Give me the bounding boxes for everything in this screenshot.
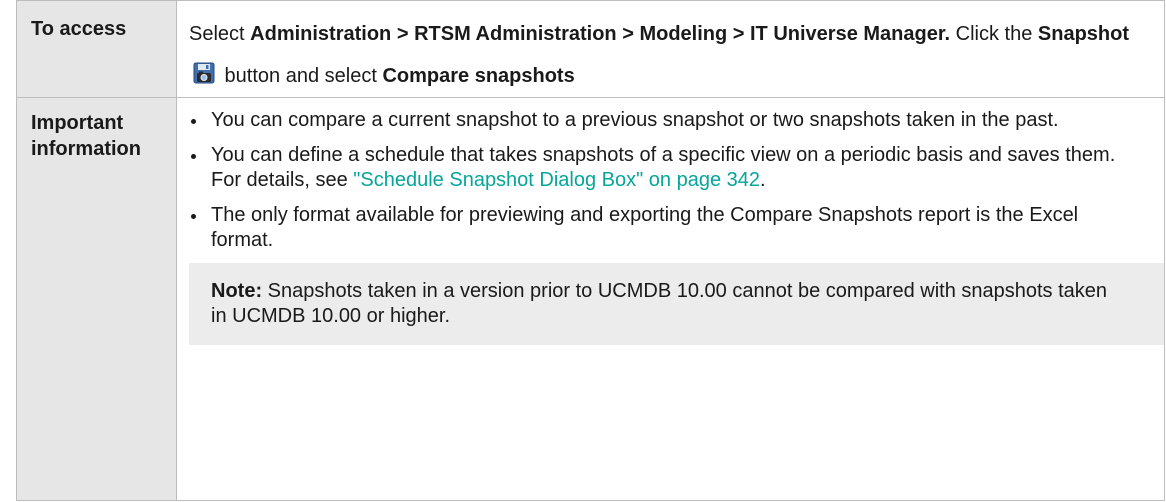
bullet-text: The only format available for previewing… bbox=[211, 204, 1079, 251]
list-item: You can define a schedule that takes sna… bbox=[189, 143, 1140, 193]
snapshot-camera-disk-icon bbox=[193, 57, 215, 84]
note-label: Note: bbox=[211, 280, 263, 302]
access-text-1: Select bbox=[189, 23, 251, 45]
access-instructions: Select Administration > RTSM Administrat… bbox=[189, 13, 1140, 97]
access-row: To access Select Administration > RTSM A… bbox=[16, 0, 1165, 98]
menu-path: Administration > RTSM Administration > M… bbox=[250, 23, 951, 45]
note-box: Note: Snapshots taken in a version prior… bbox=[189, 263, 1164, 345]
important-content: You can compare a current snapshot to a … bbox=[176, 97, 1165, 501]
bullet-dot-icon bbox=[191, 154, 196, 159]
important-row: Important information You can compare a … bbox=[16, 97, 1165, 501]
bullet-text: You can compare a current snapshot to a … bbox=[211, 109, 1059, 131]
list-item: You can compare a current snapshot to a … bbox=[189, 108, 1140, 133]
access-label: To access bbox=[16, 0, 177, 98]
schedule-snapshot-link[interactable]: "Schedule Snapshot Dialog Box" on page 3… bbox=[353, 169, 760, 191]
bullet-dot-icon bbox=[191, 214, 196, 219]
info-table: To access Select Administration > RTSM A… bbox=[16, 0, 1165, 501]
bullet-text-end: . bbox=[760, 169, 766, 191]
access-text-3: button and select bbox=[219, 65, 383, 87]
compare-snapshots-label: Compare snapshots bbox=[382, 65, 575, 87]
access-text-2: Click the bbox=[950, 23, 1038, 45]
bullet-dot-icon bbox=[191, 119, 196, 124]
note-text: Snapshots taken in a version prior to UC… bbox=[211, 280, 1108, 327]
list-item: The only format available for previewing… bbox=[189, 203, 1140, 253]
important-label: Important information bbox=[16, 97, 177, 501]
snapshot-label: Snapshot bbox=[1037, 23, 1130, 45]
info-bullet-list: You can compare a current snapshot to a … bbox=[189, 98, 1140, 253]
access-content: Select Administration > RTSM Administrat… bbox=[176, 0, 1165, 98]
